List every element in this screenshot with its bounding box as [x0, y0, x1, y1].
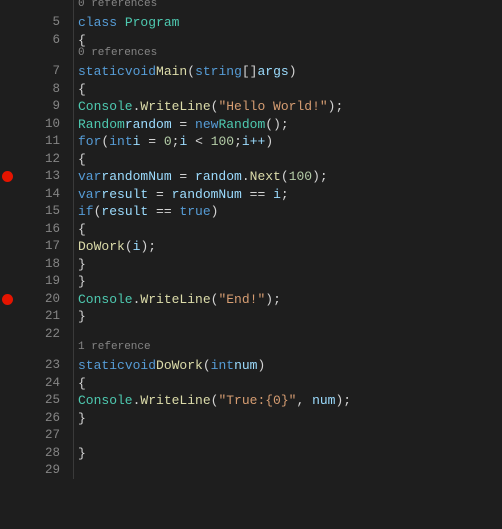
line-number-row[interactable]: 27 — [0, 427, 78, 445]
line-number-row[interactable]: 17 — [0, 238, 78, 256]
codelens-main[interactable]: 0 references — [78, 49, 502, 63]
line-number: 23 — [45, 357, 60, 375]
code-line[interactable]: } — [78, 256, 502, 274]
line-number: 8 — [52, 81, 60, 99]
line-number-row[interactable]: 21 — [0, 308, 78, 326]
line-number: 26 — [45, 410, 60, 428]
line-number: 6 — [52, 32, 60, 50]
code-line[interactable]: DoWork(i); — [78, 238, 502, 256]
string-literal: "True:{0}" — [218, 392, 296, 410]
code-line[interactable]: if (result == true) — [78, 203, 502, 221]
code-line[interactable]: class Program — [78, 14, 502, 32]
code-line[interactable]: var result = randomNum == i; — [78, 186, 502, 204]
line-number: 7 — [52, 63, 60, 81]
line-number: 9 — [52, 98, 60, 116]
line-number: 28 — [45, 445, 60, 463]
line-number-row[interactable]: 22 — [0, 326, 78, 344]
line-number-row[interactable]: 24 — [0, 375, 78, 393]
line-number: 14 — [45, 186, 60, 204]
code-line[interactable]: } — [78, 308, 502, 326]
class-name: Program — [125, 14, 180, 32]
line-number: 10 — [45, 116, 60, 134]
line-number-row[interactable]: 23 — [0, 357, 78, 375]
code-line[interactable]: { — [78, 151, 502, 169]
line-number-row[interactable]: 19 — [0, 273, 78, 291]
string-literal: "End!" — [218, 291, 265, 309]
line-number: 18 — [45, 256, 60, 274]
line-number-row[interactable]: 11 — [0, 133, 78, 151]
line-number-row[interactable]: 20 — [0, 291, 78, 309]
line-number-row[interactable]: 5 — [0, 14, 78, 32]
line-number: 5 — [52, 14, 60, 32]
line-number: 22 — [45, 326, 60, 344]
line-number: 20 — [45, 291, 60, 309]
line-number-row[interactable]: 16 — [0, 221, 78, 239]
line-number-row[interactable]: 29 — [0, 462, 78, 480]
method-name: Main — [156, 63, 187, 81]
line-number: 13 — [45, 168, 60, 186]
code-line[interactable]: { — [78, 81, 502, 99]
line-number: 21 — [45, 308, 60, 326]
string-literal: "Hello World!" — [218, 98, 327, 116]
line-number-row[interactable]: 18 — [0, 256, 78, 274]
code-editor[interactable]: 0 references class Program { 0 reference… — [78, 0, 502, 529]
line-number: 16 — [45, 221, 60, 239]
line-number-row[interactable]: 12 — [0, 151, 78, 169]
code-line[interactable]: Console.WriteLine("Hello World!"); — [78, 98, 502, 116]
line-number-row[interactable]: 14 — [0, 186, 78, 204]
line-number: 27 — [45, 427, 60, 445]
line-number: 24 — [45, 375, 60, 393]
line-number-row[interactable]: 10 — [0, 116, 78, 134]
line-number: 12 — [45, 151, 60, 169]
code-line[interactable]: for (int i = 0; i < 100; i++) — [78, 133, 502, 151]
line-number: 29 — [45, 462, 60, 480]
line-number-row[interactable]: 28 — [0, 445, 78, 463]
code-line[interactable]: } — [78, 445, 502, 463]
line-number-row[interactable]: 15 — [0, 203, 78, 221]
line-number-row[interactable]: 9 — [0, 98, 78, 116]
breakpoint-icon[interactable] — [2, 294, 13, 305]
line-number-row[interactable]: 7 — [0, 63, 78, 81]
line-number: 25 — [45, 392, 60, 410]
gutter: 5 6 7 8 9 10 11 12 13 14 15 16 17 18 19 … — [0, 0, 78, 529]
codelens-class[interactable]: 0 references — [78, 0, 502, 14]
line-number-row[interactable]: 13 — [0, 168, 78, 186]
line-number: 11 — [45, 133, 60, 151]
code-line[interactable]: } — [78, 273, 502, 291]
keyword: class — [78, 14, 117, 32]
code-line[interactable]: } — [78, 410, 502, 428]
codelens-dowork[interactable]: 1 reference — [78, 343, 502, 357]
code-line[interactable]: { — [78, 375, 502, 393]
code-line[interactable]: Console.WriteLine("True:{0}", num); — [78, 392, 502, 410]
code-line[interactable]: static void Main(string[] args) — [78, 63, 502, 81]
code-line[interactable] — [78, 427, 502, 445]
code-line[interactable]: { — [78, 221, 502, 239]
code-line[interactable] — [78, 462, 502, 480]
line-number: 19 — [45, 273, 60, 291]
breakpoint-icon[interactable] — [2, 171, 13, 182]
line-number-row[interactable]: 6 — [0, 32, 78, 50]
line-number-row[interactable]: 26 — [0, 410, 78, 428]
code-line[interactable]: var randomNum = random.Next(100); — [78, 168, 502, 186]
line-number-row[interactable]: 25 — [0, 392, 78, 410]
method-name: DoWork — [156, 357, 203, 375]
code-line[interactable]: Console.WriteLine("End!"); — [78, 291, 502, 309]
line-number: 15 — [45, 203, 60, 221]
line-number-row[interactable]: 8 — [0, 81, 78, 99]
code-line[interactable]: static void DoWork(int num) — [78, 357, 502, 375]
code-line[interactable]: Random random = new Random(); — [78, 116, 502, 134]
line-number: 17 — [45, 238, 60, 256]
